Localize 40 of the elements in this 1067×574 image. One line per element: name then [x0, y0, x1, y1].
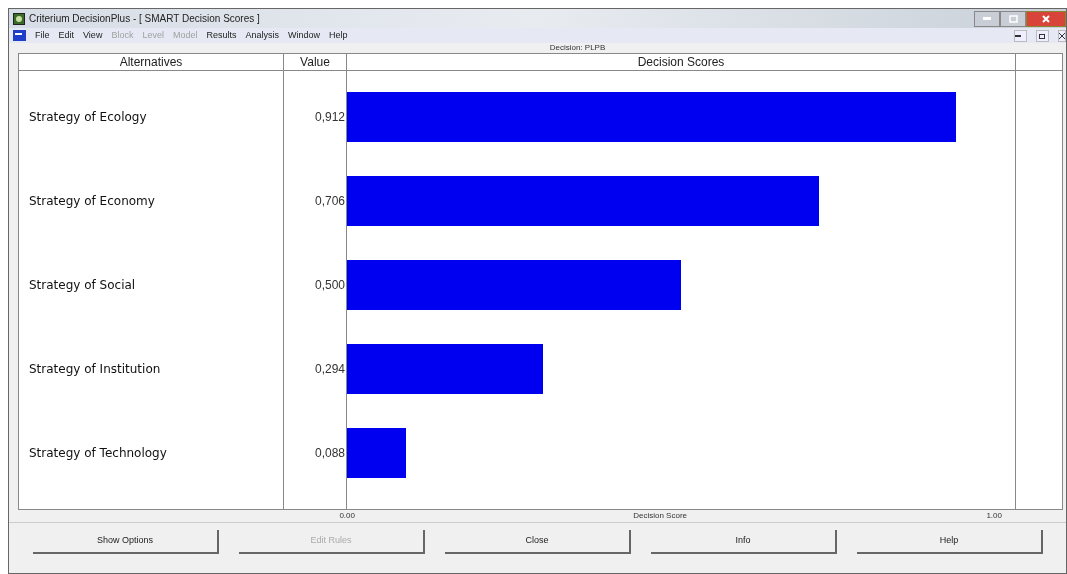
restore-button[interactable] [1036, 29, 1049, 42]
alternative-name: Strategy of Institution [29, 361, 161, 378]
menu-item[interactable]: File [35, 28, 50, 43]
column-header: Decision Scores [347, 54, 1016, 70]
minimize-icon [983, 17, 991, 20]
close-button[interactable] [1058, 29, 1066, 42]
axis-title: Decision Score [633, 510, 687, 522]
minimize-button[interactable] [1014, 29, 1027, 42]
alternative-name: Strategy of Social [29, 277, 136, 294]
axis-min-label: 0.00 [339, 510, 355, 522]
document-icon [13, 30, 26, 41]
score-value: 0,294 [314, 361, 345, 378]
menu-item[interactable]: Help [329, 28, 348, 43]
column-header: Value [284, 54, 347, 70]
menu-item[interactable]: View [83, 28, 103, 43]
menu-item[interactable]: Analysis [245, 28, 279, 43]
score-value: 0,912 [314, 109, 345, 126]
score-value: 0,706 [314, 193, 345, 210]
alternative-name: Strategy of Ecology [29, 109, 147, 126]
close-icon [1042, 14, 1050, 23]
alternative-name: Strategy of Economy [29, 193, 155, 210]
dialog-button[interactable]: Show Options [33, 530, 219, 554]
close-icon [1059, 32, 1065, 39]
window-title: Criterium DecisionPlus - [ SMART Decision Scores ] [29, 12, 260, 26]
column-header: Alternatives [19, 54, 284, 70]
score-value: 0,088 [314, 445, 345, 462]
maximize-icon [1008, 14, 1018, 23]
menu-item[interactable]: Results [206, 28, 237, 43]
dialog-button[interactable]: Info [651, 530, 837, 554]
restore-icon [1039, 32, 1046, 39]
menu-item[interactable]: Edit [58, 28, 75, 43]
dialog-button[interactable]: Help [857, 530, 1043, 554]
menu-item[interactable]: Window [287, 28, 320, 43]
axis-max-label: 1.00 [986, 510, 1002, 522]
score-value: 0,500 [314, 277, 345, 294]
alternative-name: Strategy of Technology [29, 445, 167, 462]
app-icon [13, 12, 25, 25]
dialog-button[interactable]: Close [445, 530, 631, 554]
minimize-icon [1015, 34, 1021, 37]
decision-label: Decision: PLPB [549, 43, 606, 53]
